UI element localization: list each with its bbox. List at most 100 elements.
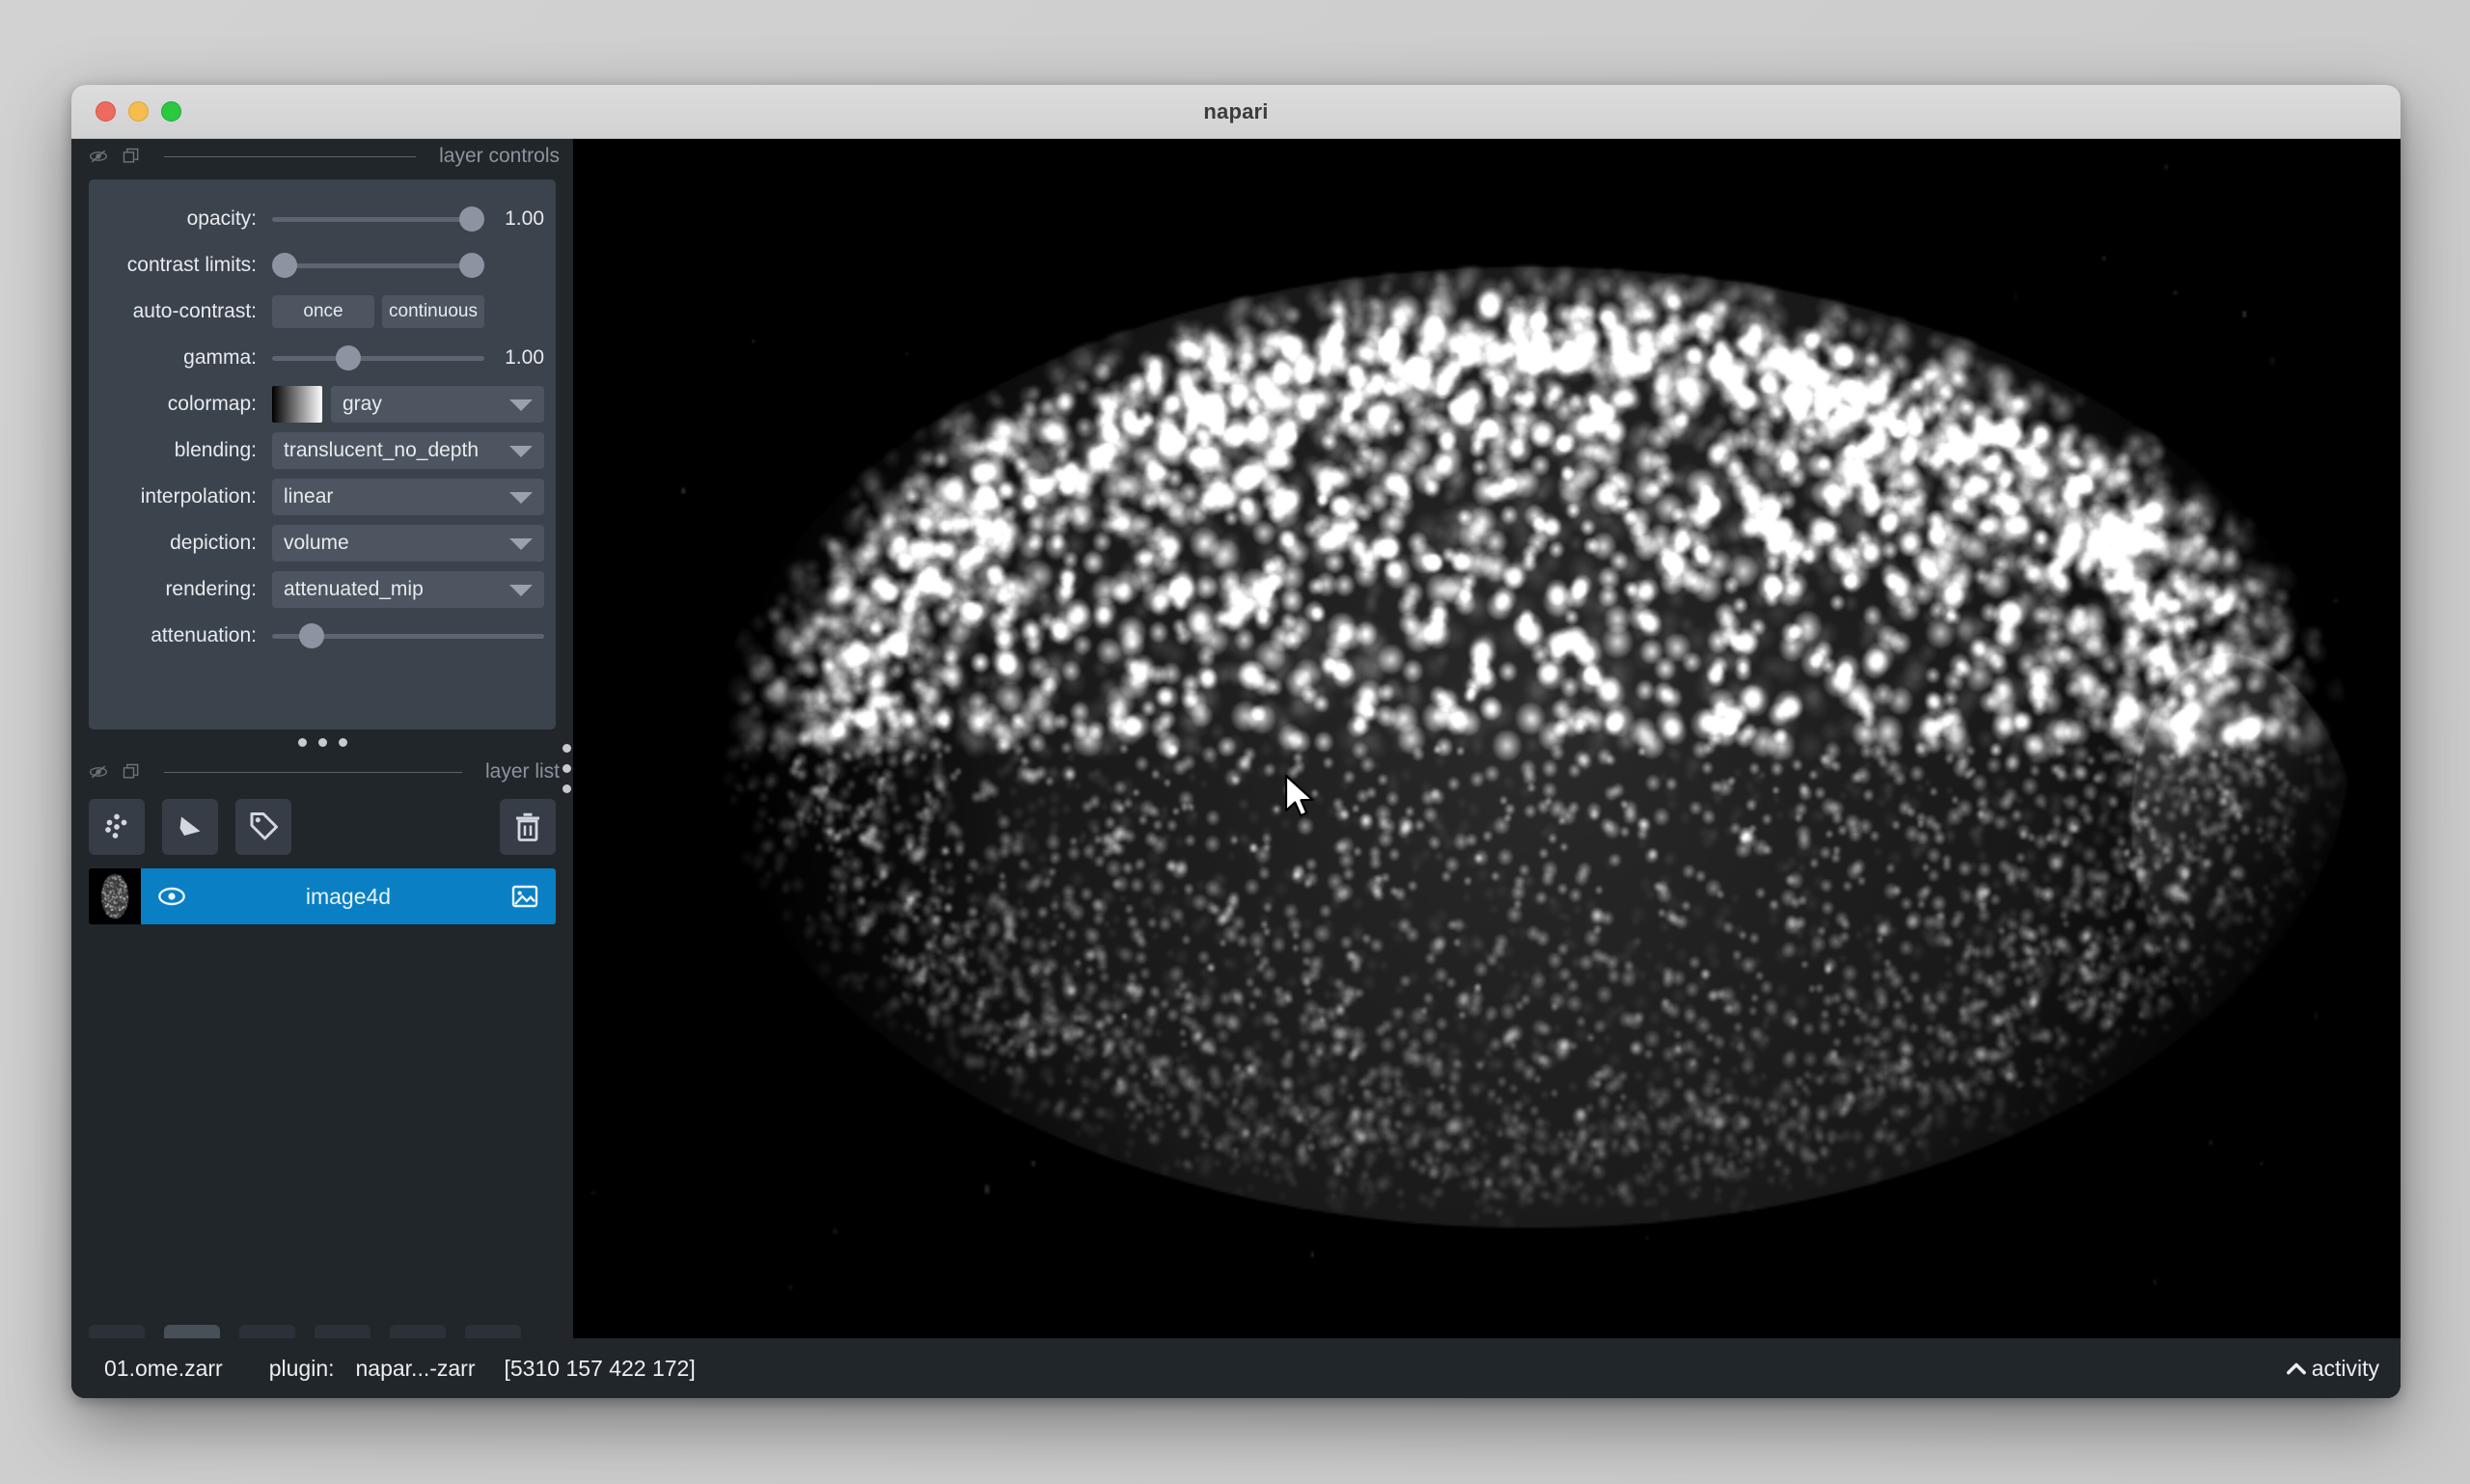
- layer-list-header: layer list: [71, 755, 573, 789]
- canvas-column: 0: [562, 139, 2401, 1398]
- layer-controls-header: layer controls: [71, 139, 573, 174]
- contrast-limits-label: contrast limits:: [126, 254, 257, 276]
- contrast-limits-row: contrast limits:: [100, 243, 544, 288]
- status-plugin-name: napar...-zarr: [355, 1355, 476, 1381]
- activity-label: activity: [2311, 1355, 2379, 1381]
- napari-window: napari layer controls opacity: 1.00 cont…: [71, 85, 2401, 1398]
- layer-row[interactable]: image4d: [89, 868, 556, 924]
- rendering-value: attenuated_mip: [284, 578, 424, 600]
- float-dock-icon[interactable]: [89, 762, 108, 782]
- auto-contrast-label: auto-contrast:: [132, 300, 257, 322]
- volume-render-canvas[interactable]: [573, 139, 2401, 1356]
- title-bar: napari: [71, 85, 2401, 139]
- opacity-value: 1.00: [505, 207, 544, 230]
- colormap-combobox[interactable]: gray: [331, 386, 544, 423]
- layer-name: image4d: [305, 883, 392, 909]
- opacity-track: [272, 217, 484, 222]
- interpolation-row: interpolation: linear: [100, 475, 544, 519]
- rendering-label: rendering:: [165, 578, 257, 600]
- interpolation-value: linear: [284, 485, 334, 508]
- new-points-layer-button[interactable]: [89, 799, 145, 855]
- auto-contrast-continuous-button[interactable]: continuous: [382, 295, 484, 328]
- header-divider: [164, 771, 462, 773]
- float-dock-icon[interactable]: [89, 147, 108, 166]
- depiction-combobox[interactable]: volume: [272, 525, 544, 562]
- opacity-slider[interactable]: [272, 206, 484, 232]
- splitter-dot: [297, 737, 307, 747]
- layer-controls-title: layer controls: [439, 145, 560, 167]
- window-title: napari: [1203, 98, 1269, 124]
- layer-controls-panel: opacity: 1.00 contrast limits: auto-cont…: [89, 179, 556, 729]
- gamma-knob[interactable]: [336, 345, 361, 371]
- layer-thumbnail: [89, 868, 141, 924]
- depiction-value: volume: [284, 532, 349, 554]
- gamma-track: [272, 356, 484, 361]
- window-body: layer controls opacity: 1.00 contrast li…: [71, 139, 2401, 1398]
- contrast-limits-low-knob[interactable]: [272, 253, 297, 278]
- close-dock-icon[interactable]: [122, 762, 141, 782]
- splitter-dot: [562, 744, 571, 753]
- depiction-row: depiction: volume: [100, 521, 544, 565]
- opacity-row: opacity: 1.00: [100, 197, 544, 241]
- interpolation-combobox[interactable]: linear: [272, 479, 544, 515]
- chevron-up-icon: [2286, 1362, 2306, 1375]
- layer-list-area: layer list image4d: [71, 755, 573, 1398]
- blending-value: translucent_no_depth: [284, 439, 479, 461]
- contrast-limits-track: [272, 263, 484, 268]
- gamma-value: 1.00: [505, 346, 544, 369]
- colormap-label: colormap:: [167, 393, 257, 415]
- delete-layer-button[interactable]: [500, 799, 556, 855]
- viewer-canvas[interactable]: [573, 139, 2401, 1356]
- status-coordinates: [5310 157 422 172]: [504, 1355, 696, 1381]
- blending-combobox[interactable]: translucent_no_depth: [272, 432, 544, 469]
- rendering-row: rendering: attenuated_mip: [100, 567, 544, 612]
- shapes-icon: [179, 816, 201, 836]
- status-file-name: 01.ome.zarr: [104, 1355, 223, 1381]
- chevron-down-icon: [509, 492, 533, 504]
- activity-toggle[interactable]: activity: [2283, 1355, 2379, 1382]
- dock-splitter-handle[interactable]: [71, 729, 573, 755]
- attenuation-slider[interactable]: [272, 623, 544, 648]
- attenuation-row: attenuation:: [100, 614, 544, 658]
- labels-tag-icon: [250, 812, 278, 840]
- interpolation-label: interpolation:: [140, 485, 257, 508]
- splitter-dot: [562, 784, 571, 793]
- chevron-down-icon: [509, 446, 533, 457]
- blending-label: blending:: [174, 439, 257, 461]
- opacity-label: opacity:: [186, 207, 257, 230]
- status-bar: 01.ome.zarr plugin: napar...-zarr [5310 …: [71, 1338, 2401, 1398]
- splitter-dot: [562, 764, 571, 773]
- vertical-splitter-handle[interactable]: [558, 139, 575, 1398]
- chevron-down-icon: [509, 538, 533, 550]
- colormap-value: gray: [343, 393, 382, 415]
- attenuation-knob[interactable]: [299, 623, 324, 648]
- layer-list-title: layer list: [484, 760, 560, 783]
- attenuation-label: attenuation:: [151, 624, 257, 646]
- trash-icon: [516, 812, 539, 841]
- status-plugin-label: plugin:: [268, 1355, 335, 1381]
- gamma-label: gamma:: [183, 346, 257, 369]
- header-divider: [164, 155, 417, 157]
- points-icon: [105, 813, 127, 838]
- gamma-row: gamma: 1.00: [100, 336, 544, 380]
- visibility-eye-icon[interactable]: [156, 881, 187, 912]
- rendering-combobox[interactable]: attenuated_mip: [272, 571, 544, 608]
- colormap-swatch: [272, 386, 322, 423]
- layer-row-body[interactable]: image4d: [141, 868, 556, 924]
- contrast-limits-high-knob[interactable]: [459, 253, 484, 278]
- contrast-limits-slider[interactable]: [272, 253, 484, 278]
- depiction-label: depiction:: [170, 532, 257, 554]
- gamma-slider[interactable]: [272, 345, 484, 371]
- close-dock-icon[interactable]: [122, 147, 141, 166]
- layer-buttons-spacer: [309, 799, 482, 855]
- opacity-knob[interactable]: [459, 206, 484, 232]
- layer-rows: image4d: [71, 855, 573, 924]
- blending-row: blending: translucent_no_depth: [100, 428, 544, 473]
- splitter-dot: [317, 737, 327, 747]
- chevron-down-icon: [509, 585, 533, 596]
- auto-contrast-once-button[interactable]: once: [272, 295, 374, 328]
- left-dock-panel: layer controls opacity: 1.00 contrast li…: [71, 139, 573, 1398]
- new-labels-layer-button[interactable]: [235, 799, 291, 855]
- layer-buttons-row: [71, 789, 573, 855]
- new-shapes-layer-button[interactable]: [162, 799, 218, 855]
